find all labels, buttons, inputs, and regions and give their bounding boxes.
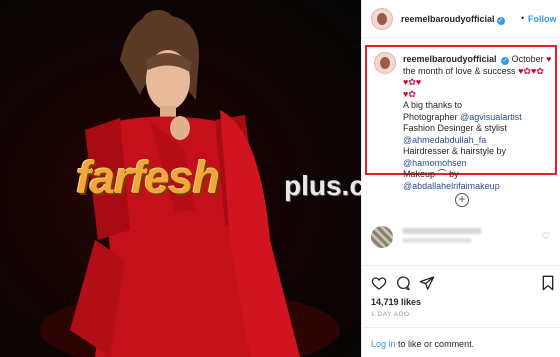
caption-highlight-box: reemelbaroudyofficial ✓ October ♥ the mo…: [365, 45, 557, 191]
bookmark-icon[interactable]: [540, 275, 556, 291]
caption-avatar[interactable]: [374, 52, 396, 74]
follow-button[interactable]: Follow: [528, 14, 557, 24]
post-side-panel: reemelbaroudyofficial ✓ • Follow reemelba…: [361, 0, 560, 357]
caption-thanks: A big thanks to: [403, 100, 463, 110]
makeup-link[interactable]: @abdallahelrifaimakeup: [403, 181, 500, 191]
post-photo[interactable]: farfesh plus.com: [0, 0, 361, 357]
rose-emoji-icon: ✿: [408, 88, 416, 99]
watermark-sub: plus.com: [284, 170, 361, 201]
post-date[interactable]: 1 DAY AGO: [371, 311, 410, 318]
caption-username[interactable]: reemelbaroudyofficial: [403, 54, 497, 64]
share-icon[interactable]: [419, 275, 435, 291]
verified-icon: ✓: [501, 57, 510, 65]
divider: [362, 327, 560, 328]
photographer-link[interactable]: @agvisualartist: [460, 112, 522, 122]
rose-emoji-icon: ✿: [523, 65, 531, 76]
rose-emoji-icon: ✿: [408, 77, 416, 87]
comment-icon[interactable]: [395, 275, 411, 291]
blurred-comment-line: [402, 228, 482, 234]
divider: [362, 265, 560, 266]
lipstick-emoji-icon: ⌒: [437, 169, 447, 179]
commenter-avatar[interactable]: [371, 226, 393, 248]
header-username-text[interactable]: reemelbaroudyofficial: [401, 14, 495, 24]
heart-emoji-icon: ♥: [546, 54, 552, 64]
post-actions: [362, 275, 560, 293]
heart-emoji-icon: ♥: [415, 77, 422, 87]
caption-text: reemelbaroudyofficial ✓ October ♥ the mo…: [403, 54, 553, 192]
login-text: to like or comment.: [398, 339, 475, 349]
avatar[interactable]: [371, 8, 393, 30]
likes-count[interactable]: 14,719 likes: [371, 297, 421, 307]
makeup-label: Makeup: [403, 169, 436, 179]
login-prompt: Log in to like or comment.: [371, 339, 474, 349]
photographer-label: Photographer: [403, 111, 458, 122]
fashion-link[interactable]: @ahmedabdullah_fa: [403, 135, 486, 145]
comment-like-icon[interactable]: ♡: [541, 231, 550, 242]
caption-line2: the month of love & success: [403, 65, 516, 76]
watermark: farfesh plus.com: [76, 152, 361, 212]
blurred-comment-line: [402, 238, 472, 243]
header-username[interactable]: reemelbaroudyofficial ✓: [401, 14, 505, 25]
hair-link[interactable]: @hamomohsen: [403, 158, 467, 168]
watermark-main: farfesh: [76, 152, 220, 203]
makeup-by: by: [449, 169, 459, 179]
load-more-comments-icon[interactable]: +: [455, 193, 469, 207]
like-heart-icon[interactable]: [371, 275, 387, 291]
login-link[interactable]: Log in: [371, 339, 396, 349]
comment-row: ♡: [362, 222, 560, 252]
rose-emoji-icon: ✿: [536, 65, 544, 76]
post-header: reemelbaroudyofficial ✓ • Follow: [362, 0, 560, 38]
hair-label: Hairdresser & hairstyle by: [403, 146, 507, 156]
separator-dot: •: [521, 13, 525, 23]
verified-icon: ✓: [496, 17, 505, 25]
fashion-label: Fashion Desinger & stylist: [403, 123, 508, 133]
caption-line1: October: [511, 54, 544, 64]
